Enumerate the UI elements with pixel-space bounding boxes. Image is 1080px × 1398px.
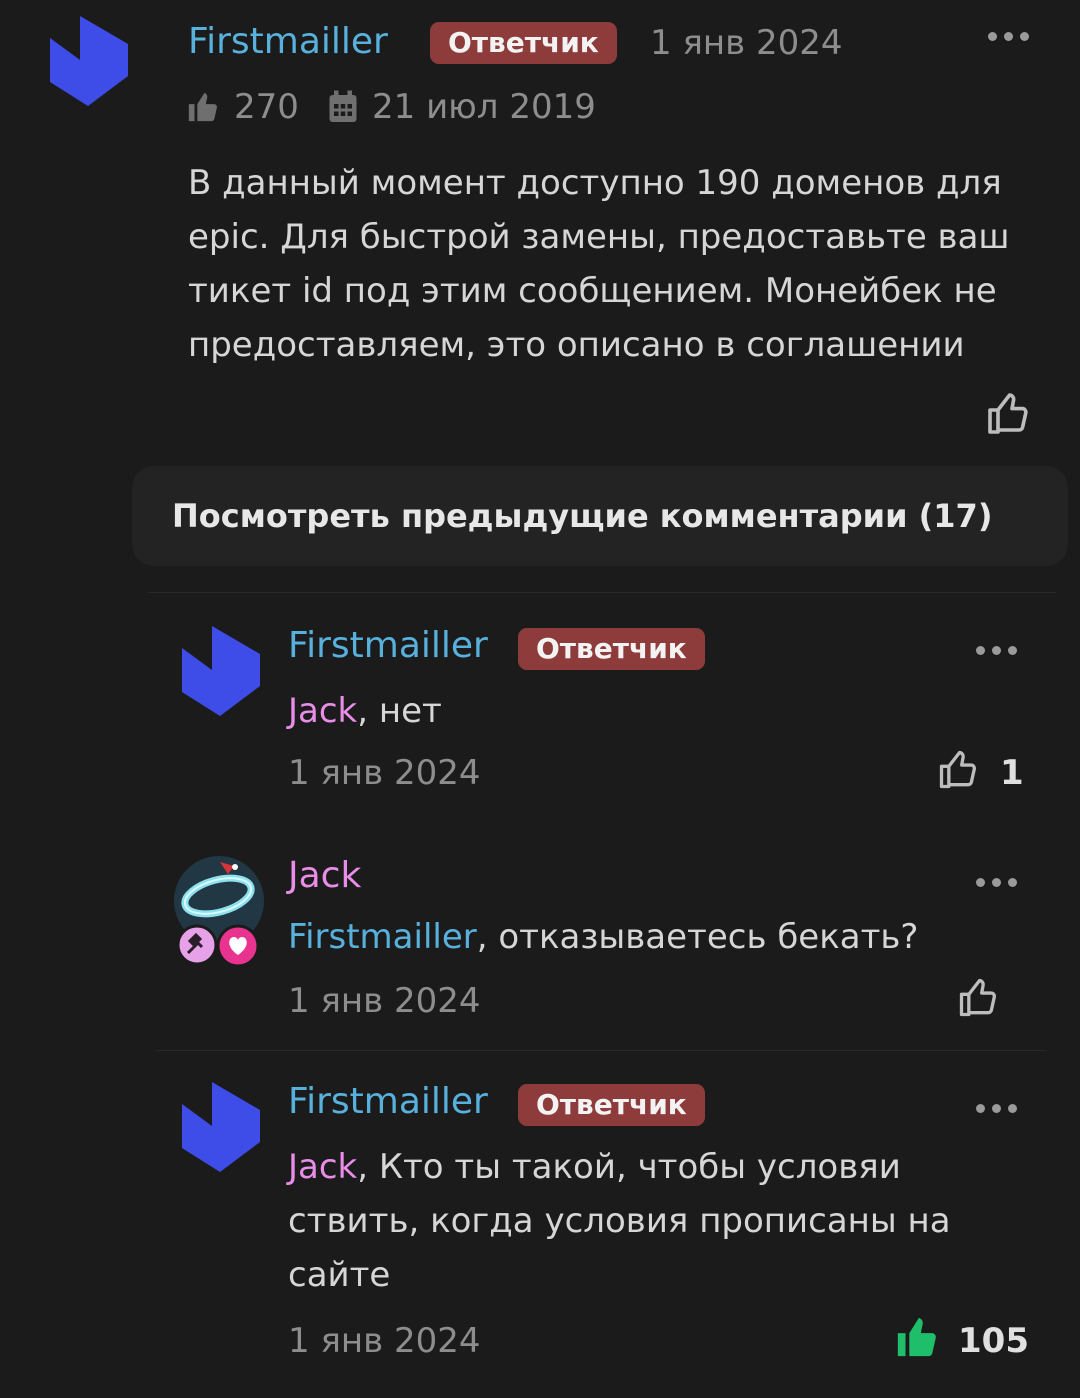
comment-body-line-2: ствить, когда условия прописаны на [288, 1201, 951, 1241]
more-icon[interactable] [988, 32, 1029, 41]
comment-body: , нет [357, 691, 442, 731]
load-previous-comments-button[interactable]: Посмотреть предыдущие комментарии (17) [132, 466, 1068, 566]
registration-date: 21 июл 2019 [372, 87, 596, 127]
likes-count: 270 [234, 87, 299, 127]
thumbs-up-liked-icon[interactable] [894, 1314, 940, 1364]
role-badge: Ответчик [430, 22, 617, 64]
logo-icon [50, 16, 128, 106]
comment-author[interactable]: Firstmailler [288, 1084, 488, 1120]
hammer-icon [176, 924, 218, 970]
load-previous-comments-label: Посмотреть предыдущие комментарии (17) [172, 497, 993, 535]
comment-text: Jack, нет [288, 684, 442, 738]
mention-link[interactable]: Firstmailler [288, 917, 477, 957]
calendar-icon [328, 90, 358, 128]
comment-avatar[interactable] [182, 1082, 262, 1174]
comment-text: Firstmailler, отказываетесь бекать? [288, 910, 918, 964]
comment-date[interactable]: 1 янв 2024 [288, 984, 481, 1018]
more-icon[interactable] [976, 1104, 1017, 1113]
comment-body: , отказываетесь бекать? [476, 917, 919, 957]
role-badge: Ответчик [518, 628, 705, 670]
divider [148, 592, 1056, 593]
mention-link[interactable]: Jack [288, 1147, 357, 1187]
post-body: В данный момент доступно 190 доменов для… [188, 163, 1010, 365]
thumbs-up-outline-icon[interactable] [984, 390, 1032, 442]
more-icon[interactable] [976, 878, 1017, 887]
role-badge: Ответчик [518, 1084, 705, 1126]
thumbs-up-outline-icon[interactable] [936, 748, 980, 796]
thumbs-up-filled-icon [186, 90, 220, 128]
comment-date[interactable]: 1 янв 2024 [288, 756, 481, 790]
author-avatar[interactable] [50, 16, 130, 108]
like-count: 1 [1000, 753, 1024, 793]
more-icon[interactable] [976, 646, 1017, 655]
comment-avatar[interactable] [182, 626, 262, 718]
logo-icon [182, 626, 260, 716]
comment-date[interactable]: 1 янв 2024 [288, 1324, 481, 1358]
divider [156, 1050, 1046, 1051]
logo-icon [182, 1082, 260, 1172]
heart-icon [216, 924, 260, 972]
comment-body-line-3: сайте [288, 1255, 391, 1295]
comment-text: Jack, Кто ты такой, чтобы условяи ствить… [288, 1140, 951, 1302]
comment-author[interactable]: Firstmailler [288, 628, 488, 664]
like-count: 105 [958, 1321, 1029, 1361]
post-date[interactable]: 1 янв 2024 [650, 26, 843, 60]
thumbs-up-outline-icon[interactable] [956, 976, 1000, 1024]
comment-body-line-1: , Кто ты такой, чтобы условяи [357, 1147, 901, 1187]
mention-link[interactable]: Jack [288, 691, 357, 731]
author-name[interactable]: Firstmailler [188, 24, 388, 60]
comment-author[interactable]: Jack [288, 858, 361, 894]
